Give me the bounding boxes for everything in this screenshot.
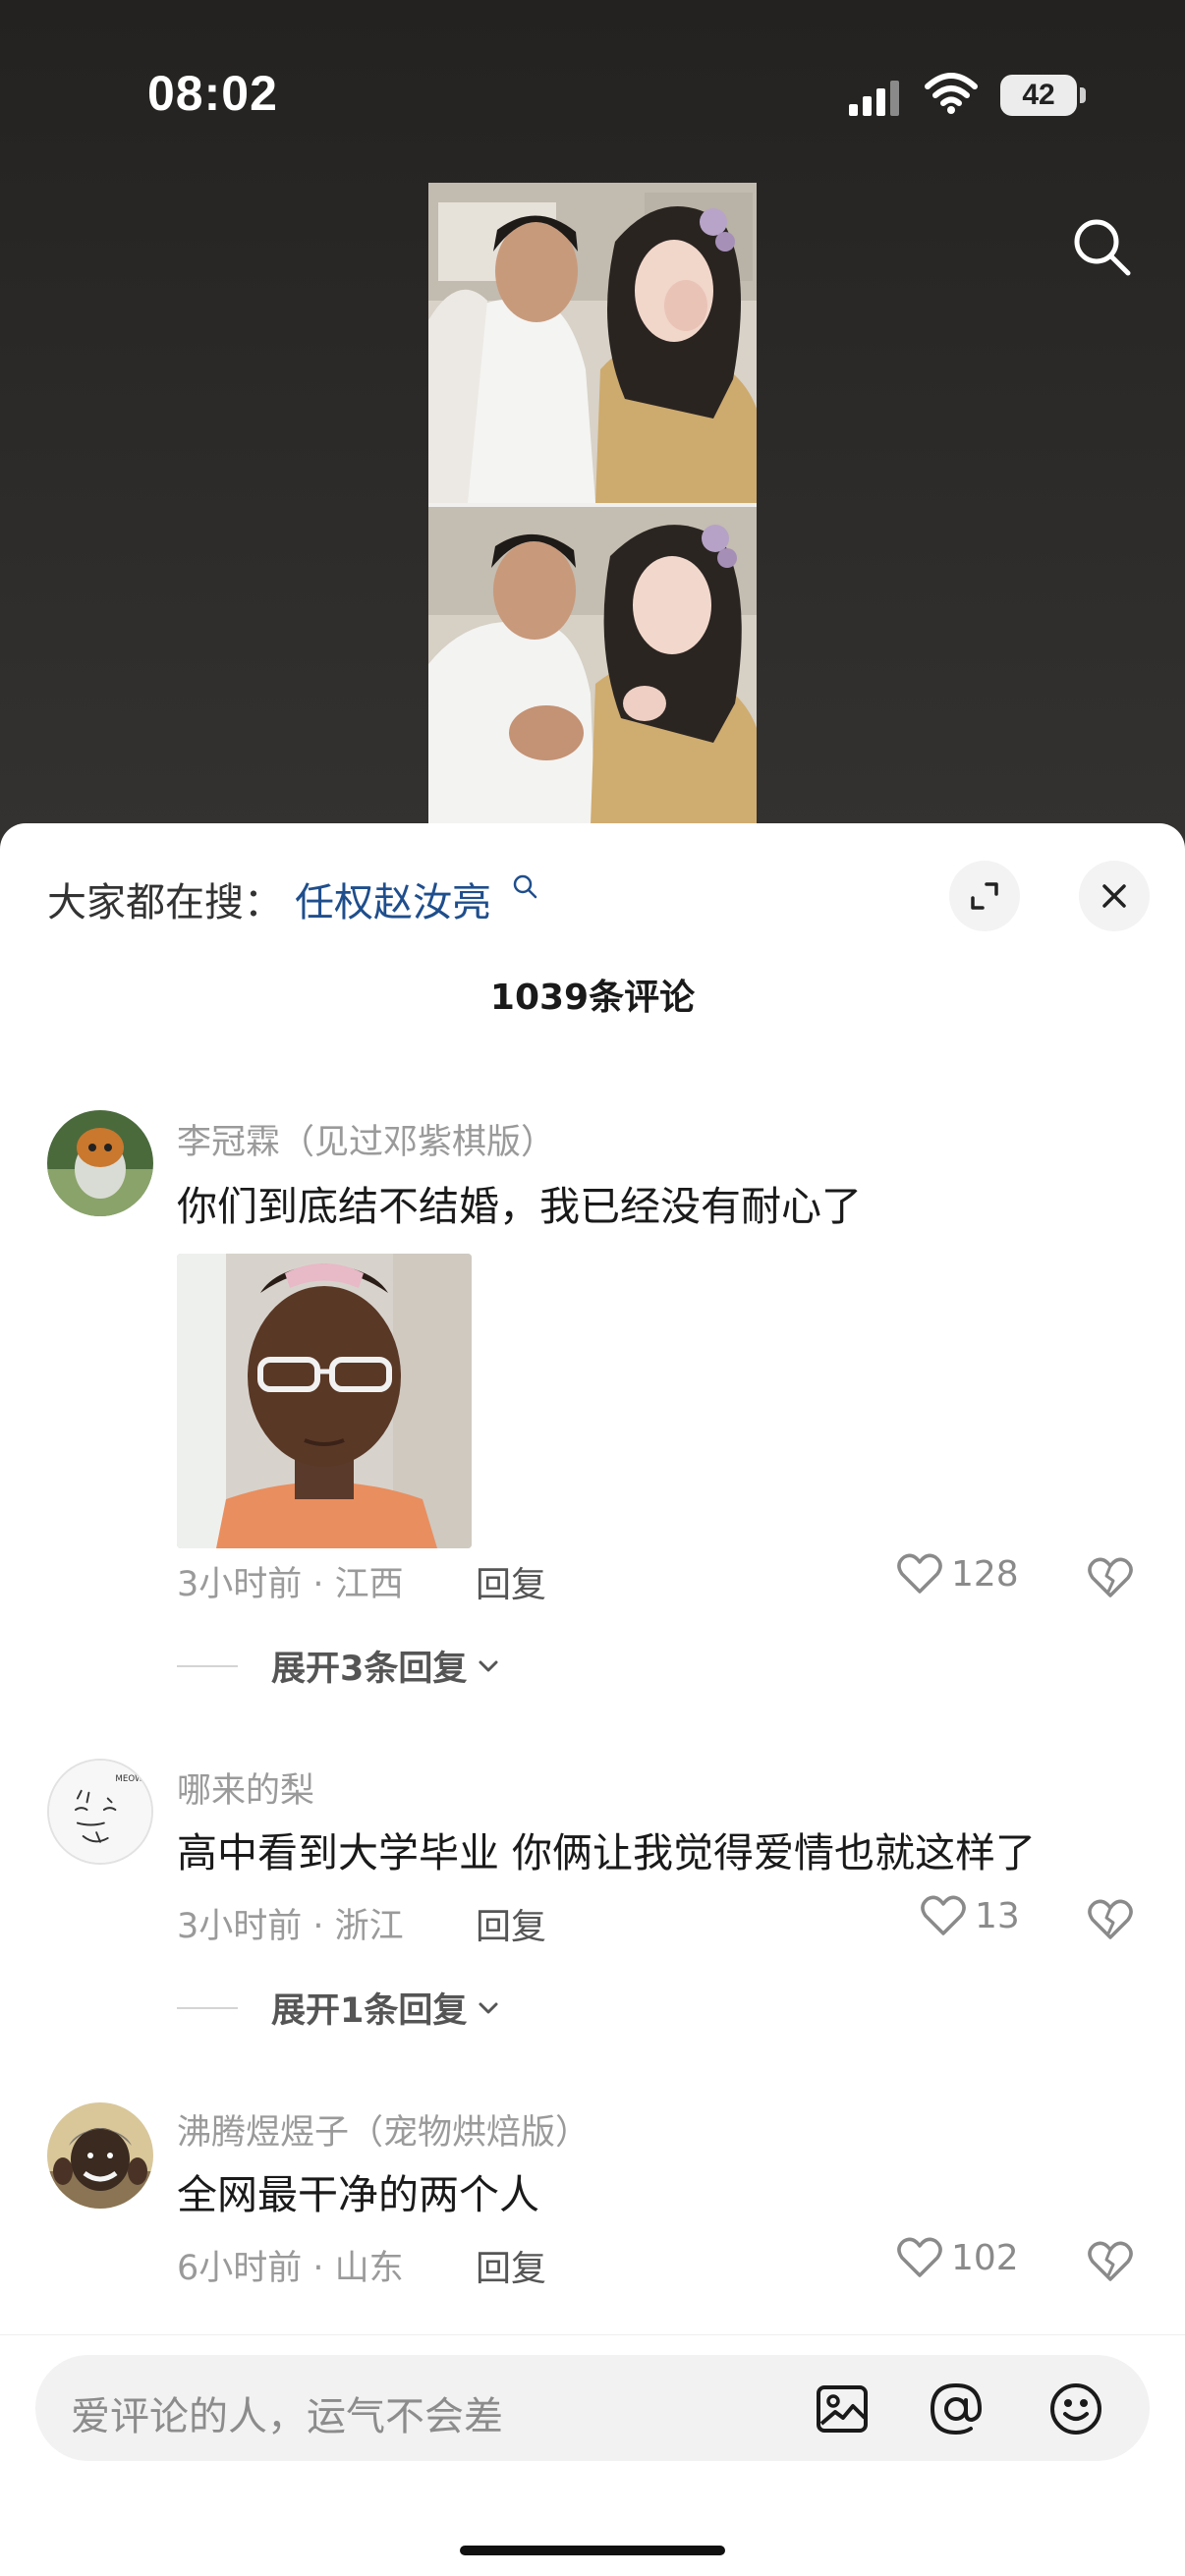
- heart-icon: [897, 2237, 942, 2277]
- svg-text:MEOW: MEOW: [115, 1774, 143, 1784]
- comment-sheet: 大家都在搜： 任权赵汝亮 1039条评论 李冠霖（见过邓紫棋版） 你们到底结不结…: [0, 823, 1185, 2576]
- trending-search-keyword[interactable]: 任权赵汝亮: [295, 870, 491, 927]
- close-icon: [1102, 884, 1126, 908]
- reply-button[interactable]: 回复: [476, 1898, 546, 1949]
- like-count: 13: [975, 1895, 1020, 1936]
- divider-line: [177, 2006, 238, 2009]
- battery-level: 42: [1022, 79, 1055, 111]
- battery-icon: 42: [1000, 75, 1077, 116]
- like-button[interactable]: 128: [896, 1552, 1019, 1596]
- expand-button[interactable]: [949, 861, 1020, 931]
- signal-icon: [849, 81, 899, 116]
- comment-input[interactable]: 爱评论的人，运气不会差: [35, 2355, 1150, 2461]
- chevron-down-icon: [479, 2002, 498, 2013]
- home-indicator: [460, 2546, 725, 2555]
- broken-heart-icon[interactable]: [1087, 2240, 1134, 2283]
- like-button[interactable]: 102: [896, 2236, 1019, 2279]
- status-time: 08:02: [147, 66, 278, 121]
- comment-meta: 3小时前 · 江西: [177, 1565, 404, 1604]
- comment-count: 1039条评论: [489, 978, 696, 1018]
- comment-input-bar: 爱评论的人，运气不会差: [0, 2334, 1185, 2576]
- at-icon[interactable]: [928, 2380, 985, 2437]
- divider-line: [177, 1664, 238, 1667]
- heart-icon: [897, 1553, 942, 1594]
- comment-author[interactable]: 沸腾煜煜子（宠物烘焙版）: [177, 2104, 590, 2155]
- like-count: 128: [951, 1553, 1019, 1595]
- broken-heart-icon[interactable]: [1087, 1898, 1134, 1941]
- reply-button[interactable]: 回复: [476, 1556, 546, 1607]
- heart-icon: [921, 1895, 966, 1935]
- comment-meta: 6小时前 · 山东: [177, 2249, 404, 2288]
- expand-replies-label: 展开1条回复: [271, 1991, 468, 2031]
- comment-meta: 3小时前 · 浙江: [177, 1907, 404, 1946]
- comment-text: 你们到底结不结婚，我已经没有耐心了: [177, 1183, 862, 1230]
- couple-photo-bottom: [428, 507, 757, 825]
- battery-tip: [1080, 87, 1086, 103]
- chevron-down-icon: [479, 1660, 498, 1671]
- avatar[interactable]: [47, 2102, 153, 2209]
- expand-replies-label: 展开3条回复: [271, 1650, 468, 1689]
- close-button[interactable]: [1079, 861, 1150, 931]
- comment-text: 高中看到大学毕业 你俩让我觉得爱情也就这样了: [177, 1829, 1037, 1876]
- avatar[interactable]: [47, 1110, 153, 1216]
- couple-photo-top: [428, 183, 757, 503]
- comment-text: 全网最干净的两个人: [177, 2171, 539, 2218]
- expand-replies-button[interactable]: 展开3条回复: [177, 1641, 502, 1691]
- expand-icon: [971, 882, 998, 910]
- trending-search-label: 大家都在搜：: [47, 880, 283, 925]
- expand-replies-button[interactable]: 展开1条回复: [177, 1983, 502, 2033]
- search-icon[interactable]: [1065, 210, 1138, 283]
- like-count: 102: [951, 2237, 1019, 2278]
- comment-author[interactable]: 哪来的梨: [177, 1763, 314, 1813]
- status-bar: 08:02 42: [0, 0, 1185, 187]
- wifi-icon: [925, 73, 978, 114]
- broken-heart-icon[interactable]: [1087, 1556, 1134, 1599]
- like-button[interactable]: 13: [920, 1894, 1020, 1937]
- comment-author[interactable]: 李冠霖（见过邓紫棋版）: [177, 1114, 555, 1164]
- video-thumbnail[interactable]: [428, 183, 757, 825]
- emoji-icon[interactable]: [1047, 2380, 1104, 2437]
- avatar[interactable]: MEOW: [47, 1759, 153, 1865]
- comment-input-placeholder: 爱评论的人，运气不会差: [71, 2394, 503, 2439]
- sheet-header: 大家都在搜： 任权赵汝亮: [0, 823, 1185, 931]
- reply-button[interactable]: 回复: [476, 2240, 546, 2291]
- comment-sticker-image[interactable]: [177, 1254, 472, 1548]
- image-icon[interactable]: [814, 2380, 871, 2437]
- keyword-search-icon: [513, 874, 537, 899]
